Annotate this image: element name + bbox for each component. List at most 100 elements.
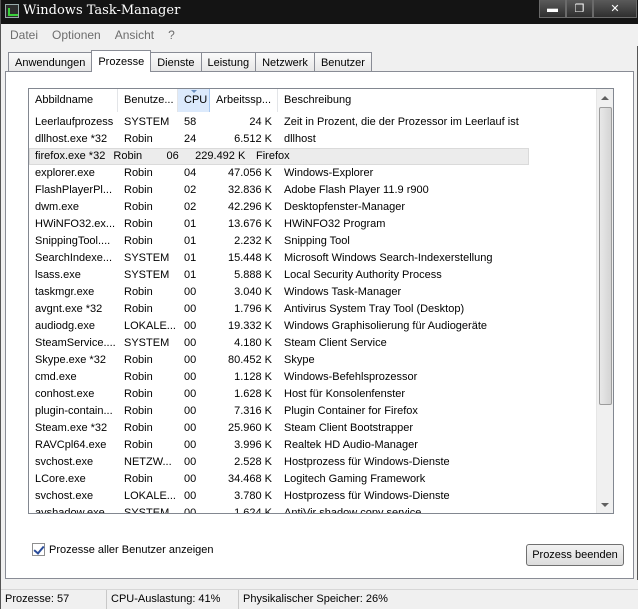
maximize-button[interactable]: ❐ [566,0,593,18]
process-row[interactable]: svchost.exe NETZW... 00 2.528 K Hostprozess … [29,454,597,471]
process-image-name: firefox.exe *32 [35,150,106,162]
process-description: Steam Client Bootstrapper [284,422,414,434]
process-row[interactable]: conhost.exe Robin 00 1.628 K Host für Konsol… [29,386,597,403]
process-cpu: 00 [184,388,197,400]
scrollbar-thumb[interactable] [599,107,612,405]
process-working-set: 2.232 K [234,235,272,247]
process-description: Hostprozess für Windows-Dienste [284,456,450,468]
process-user: Robin [124,405,153,417]
minimize-button[interactable]: ▬ [539,0,566,18]
process-user: Robin [124,201,153,213]
process-row[interactable]: SteamService.... SYSTEM 00 4.180 K Steam Cli… [29,335,597,352]
menu-options[interactable]: Optionen [45,28,108,42]
process-user: SYSTEM [124,507,170,514]
column-header-working-set[interactable]: Arbeitssp... [210,89,278,112]
close-button[interactable]: ✕ [593,0,637,18]
menu-file[interactable]: Datei [3,28,45,42]
show-all-users-option[interactable]: Prozesse aller Benutzer anzeigen [32,543,213,556]
scroll-up-button[interactable] [597,89,613,106]
process-working-set: 13.676 K [227,218,272,230]
tab-users[interactable]: Benutzer [313,52,372,72]
tab-services[interactable]: Dienste [150,52,202,72]
process-image-name: LCore.exe [35,473,86,485]
process-row[interactable]: cmd.exe Robin 00 1.128 K Windows-Befehlsproz… [29,369,597,386]
tab-strip: Anwendungen Prozesse Dienste Leistung Ne… [8,50,372,72]
process-row[interactable]: Skype.exe *32 Robin 00 80.452 K Skype [29,352,597,369]
process-cpu: 00 [184,473,197,485]
process-image-name: audiodg.exe [35,320,95,332]
process-row[interactable]: Steam.exe *32 Robin 00 25.960 K Steam Client… [29,420,597,437]
column-header-description[interactable]: Beschreibung [278,89,597,112]
tab-network[interactable]: Netzwerk [255,52,315,72]
process-description: Antivirus System Tray Tool (Desktop) [284,303,465,315]
process-description: dllhost [284,133,316,145]
process-working-set: 229.492 K [195,150,246,162]
process-row[interactable]: avshadow.exe SYSTEM 00 1.624 K AntiVir shado… [29,505,597,514]
process-row[interactable]: dwm.exe Robin 02 42.296 K Desktopfenster-Man… [29,199,597,216]
process-image-name: RAVCpl64.exe [35,439,107,451]
process-description: Desktopfenster-Manager [284,201,406,213]
process-row[interactable]: HWiNFO32.ex... Robin 01 13.676 K HWiNFO32 Pr… [29,216,597,233]
process-image-name: explorer.exe [35,167,95,179]
process-row[interactable]: dllhost.exe *32 Robin 24 6.512 K dllhost [29,131,597,148]
process-image-name: dwm.exe [35,201,80,213]
process-row[interactable]: explorer.exe Robin 04 47.056 K Windows-Explo… [29,165,597,182]
column-header-row: Abbildname Benutze... CPU Arbeitssp... B… [29,89,597,112]
process-row[interactable]: SnippingTool.... Robin 01 2.232 K Snipping T… [29,233,597,250]
process-working-set: 42.296 K [227,201,272,213]
process-cpu: 04 [184,167,197,179]
process-description: Firefox [256,150,290,162]
process-working-set: 80.452 K [227,354,272,366]
tab-applications[interactable]: Anwendungen [8,52,93,72]
process-working-set: 1.628 K [234,388,272,400]
process-user: Robin [124,422,153,434]
tab-processes[interactable]: Prozesse [91,50,152,72]
tab-performance[interactable]: Leistung [200,52,257,72]
show-all-users-checkbox[interactable] [32,543,45,556]
process-row[interactable]: audiodg.exe LOKALE... 00 19.332 K Windows Gr… [29,318,597,335]
window-controls: ▬ ❐ ✕ [539,0,637,18]
process-description: Local Security Authority Process [284,269,442,281]
process-row[interactable]: LCore.exe Robin 00 34.468 K Logitech Gaming … [29,471,597,488]
process-description: Skype [284,354,315,366]
menu-bar: Datei Optionen Ansicht ? [1,24,638,46]
column-header-cpu[interactable]: CPU [178,89,210,112]
process-row[interactable]: RAVCpl64.exe Robin 00 3.996 K Realtek HD Aud… [29,437,597,454]
process-row[interactable]: Leerlaufprozess SYSTEM 58 24 K Zeit in Proze… [29,114,597,131]
process-working-set: 1.796 K [234,303,272,315]
column-header-image-name[interactable]: Abbildname [29,89,118,112]
process-row[interactable]: SearchIndexe... SYSTEM 01 15.448 K Microsoft… [29,250,597,267]
process-description: Windows-Befehlsprozessor [284,371,418,383]
process-working-set: 7.316 K [234,405,272,417]
menu-help[interactable]: ? [161,28,182,42]
title-bar[interactable]: Windows Task-Manager ▬ ❐ ✕ [1,0,638,24]
process-image-name: avshadow.exe [35,507,105,514]
process-row[interactable]: firefox.exe *32 Robin 06 229.492 K Firefox [29,148,529,165]
process-cpu: 00 [184,405,197,417]
process-description: Logitech Gaming Framework [284,473,426,485]
process-cpu: 01 [184,218,197,230]
process-working-set: 47.056 K [227,167,272,179]
scroll-down-button[interactable] [597,496,613,513]
status-bar: Prozesse: 57 CPU-Auslastung: 41% Physika… [1,589,638,609]
process-user: Robin [124,133,153,145]
process-working-set: 1.624 K [234,507,272,514]
process-image-name: Leerlaufprozess [35,116,114,128]
menu-view[interactable]: Ansicht [108,28,161,42]
process-image-name: svchost.exe [35,490,94,502]
process-description: Plugin Container for Firefox [284,405,418,417]
process-list[interactable]: Abbildname Benutze... CPU Arbeitssp... B… [28,88,614,514]
vertical-scrollbar[interactable] [596,89,613,513]
process-row[interactable]: svchost.exe LOKALE... 00 3.780 K Hostprozess… [29,488,597,505]
process-row[interactable]: FlashPlayerPl... Robin 02 32.836 K Adobe Fla… [29,182,597,199]
process-user: Robin [113,150,143,162]
process-row[interactable]: plugin-contain... Robin 00 7.316 K Plugin Co… [29,403,597,420]
process-row[interactable]: avgnt.exe *32 Robin 00 1.796 K Antivirus Sys… [29,301,597,318]
process-row[interactable]: lsass.exe SYSTEM 01 5.888 K Local Security A… [29,267,597,284]
process-working-set: 6.512 K [234,133,272,145]
process-user: LOKALE... [124,490,176,502]
column-header-user[interactable]: Benutze... [118,89,178,112]
process-row[interactable]: taskmgr.exe Robin 00 3.040 K Windows Task-Ma… [29,284,597,301]
process-user: Robin [124,286,153,298]
end-process-button[interactable]: Prozess beenden [526,544,624,566]
